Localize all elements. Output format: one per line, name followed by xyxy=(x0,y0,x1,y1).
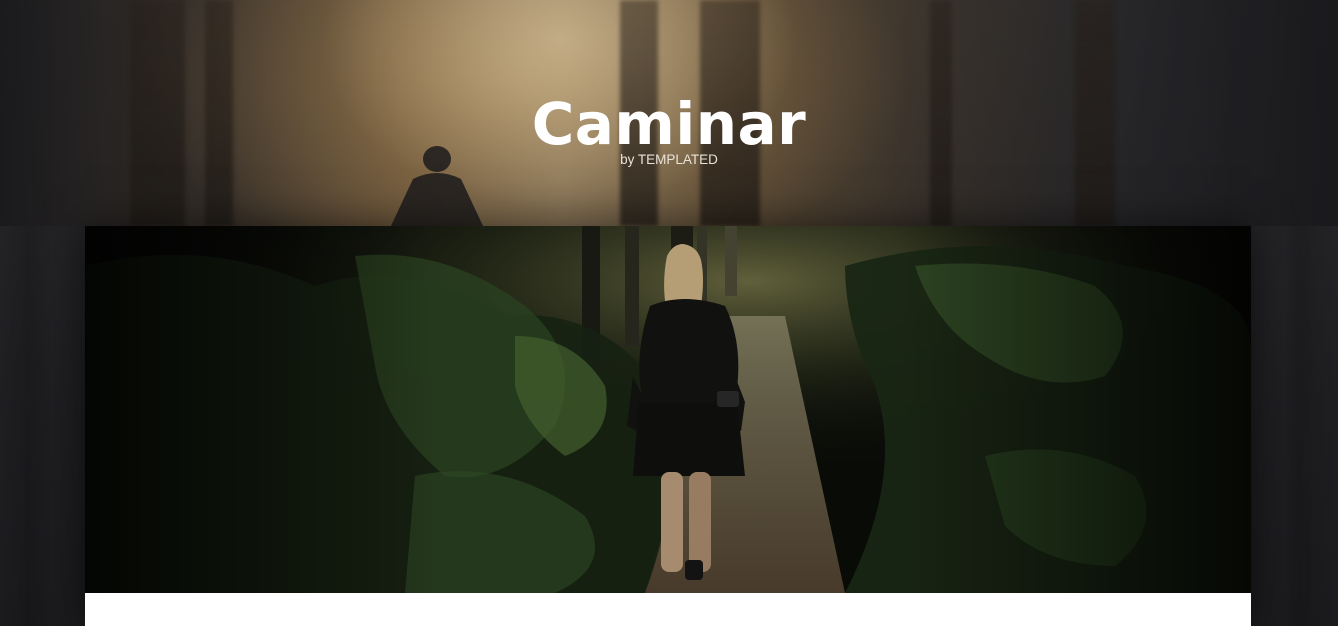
content-panel xyxy=(85,593,1251,626)
woman-walking-forest-path-photo-icon xyxy=(85,226,1251,593)
title-block: Caminar by TEMPLATED xyxy=(0,88,1338,168)
site-header: Caminar by TEMPLATED xyxy=(0,0,1338,226)
site-title[interactable]: Caminar xyxy=(0,88,1338,160)
banner-card xyxy=(85,226,1251,626)
page: Caminar by TEMPLATED xyxy=(0,0,1338,626)
site-byline[interactable]: by TEMPLATED xyxy=(0,152,1338,168)
hero-photo xyxy=(85,226,1251,593)
